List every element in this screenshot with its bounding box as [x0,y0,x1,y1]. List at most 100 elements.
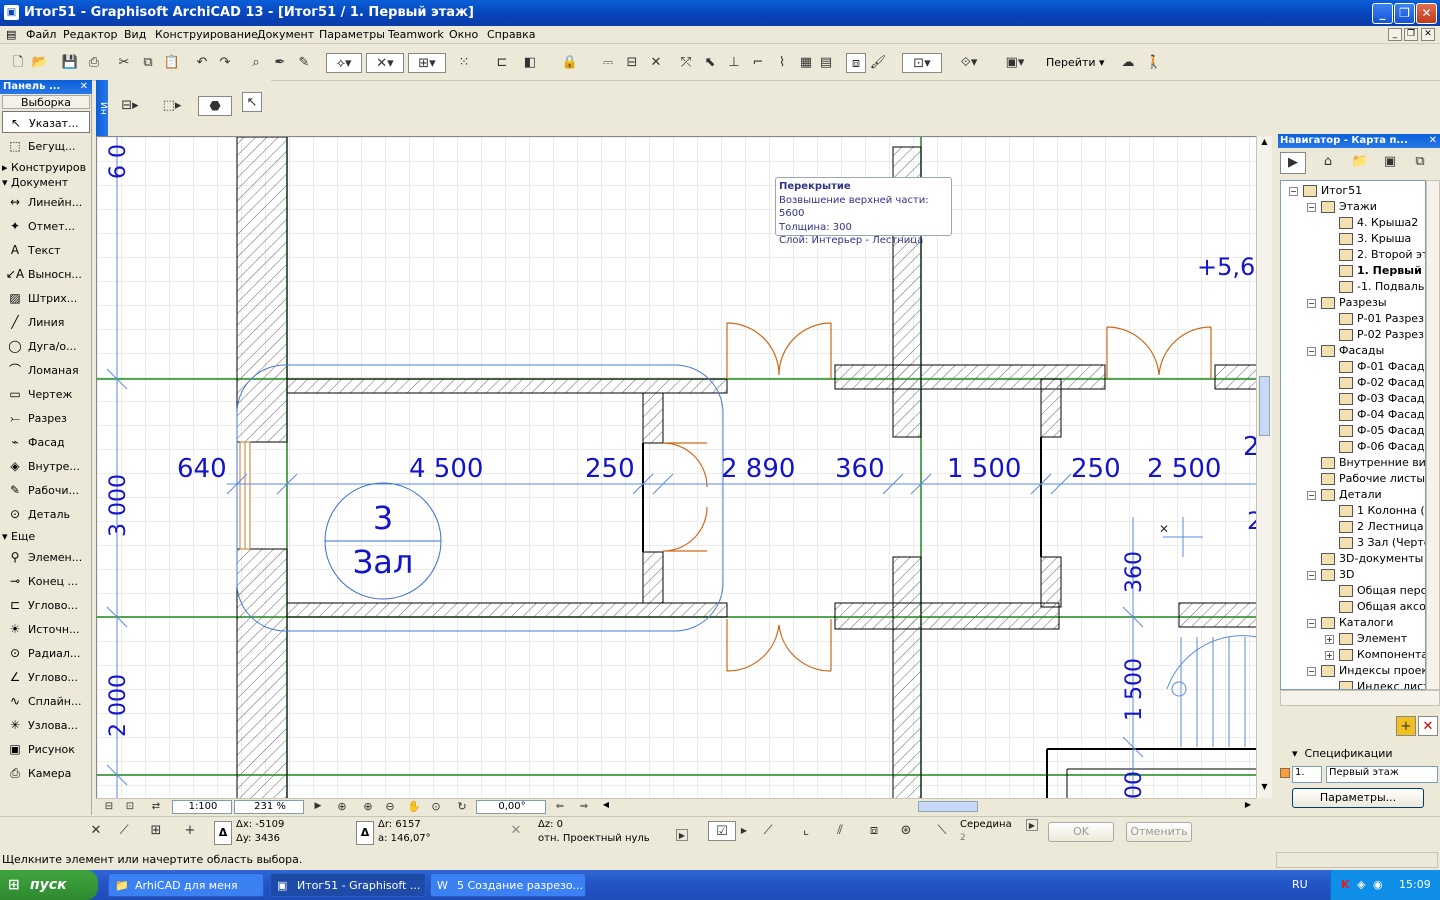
dim-h-360[interactable]: 360 [835,454,885,484]
floor-plan-canvas[interactable]: 640 4 500 250 2 890 360 1 500 250 2 500 … [96,136,1256,798]
tree-expander-icon[interactable]: + [1325,635,1334,644]
tree-item[interactable]: Элемент [1339,631,1407,647]
dim-h-1500[interactable]: 1 500 [947,454,1021,484]
snap-offset-icon[interactable]: ⧈ [864,821,884,841]
tool-doc-0[interactable]: ↔ Линейн... [2,191,90,213]
fillet-icon[interactable]: ⌐ [748,53,768,73]
spec-section[interactable]: ▾ Спецификации [1292,747,1393,760]
organizer-tab-icon[interactable]: ⧉ [1410,152,1430,172]
tray-volume-icon[interactable]: ◉ [1373,870,1383,900]
transform-icon[interactable]: ⇄ [146,799,166,814]
tool-more-0[interactable]: ⚲ Элемен... [2,546,90,568]
zoom-area-icon[interactable]: ⊕ [332,799,352,814]
tree-item[interactable]: Ф-04 Фасад [1339,407,1425,423]
tree-item[interactable]: Индексы проект [1321,663,1425,679]
suspend-groups-icon[interactable]: ⧈ [846,53,866,73]
zoom-out-icon[interactable]: ⊖ [380,799,400,814]
polar-delta-icon[interactable]: Δ [356,821,374,845]
tree-expander-icon[interactable]: − [1289,187,1298,196]
delete-icon[interactable]: ✕ [1418,716,1438,736]
tool-doc-5[interactable]: ╱ Линия [2,311,90,333]
tree-item[interactable]: Ф-06 Фасад [1339,439,1425,455]
scroll-down-icon[interactable]: ▼ [1258,782,1271,796]
tree-item[interactable]: 3. Крыша [1339,231,1411,247]
spec-name-field[interactable]: Первый этаж [1326,766,1438,783]
coord-dz[interactable]: Δz: 0 [538,819,563,830]
tool-more-3[interactable]: ☀ Источн... [2,618,90,640]
undo-icon[interactable]: ↶ [192,53,212,73]
vscroll-thumb[interactable] [1259,376,1270,436]
cancel-button[interactable]: Отменить [1126,822,1192,842]
select-arrow-icon[interactable]: ↖ [242,92,262,112]
tree-item[interactable]: -1. Подваль [1339,279,1424,295]
navigator-close-icon[interactable]: ✕ [1429,134,1437,148]
new-file-icon[interactable]: 🗋 [8,53,28,73]
tree-item[interactable]: Ф-01 Фасад [1339,359,1425,375]
ok-button[interactable]: OK [1048,822,1114,842]
tool-more-9[interactable]: ⎙ Камера [2,762,90,784]
dim-h-640[interactable]: 640 [177,454,227,484]
tree-expander-icon[interactable]: + [1325,651,1334,660]
tool-more-5[interactable]: ∠ Углово... [2,666,90,688]
tool-doc-9[interactable]: ⤚ Разрез [2,407,90,429]
menu-view[interactable]: Вид [124,28,146,41]
toolbox-title[interactable]: Панель ... ✕ [0,80,92,94]
dim-v-60[interactable]: 6 0 [106,144,131,179]
tree-item[interactable]: 3 Зал (Черте [1339,535,1425,551]
find-select-icon[interactable]: ⌕ [246,53,266,73]
origin-icon[interactable]: + [180,821,200,841]
zoom-field[interactable]: 231 % [234,800,304,814]
eyedropper-icon[interactable]: ✒ [270,53,290,73]
menu-window[interactable]: Окно [449,28,478,41]
tool-doc-7[interactable]: ⌒ Ломаная [2,359,90,381]
tree-expander-icon[interactable]: − [1307,299,1316,308]
task-arhicad-folder[interactable]: 📁 ArhiCAD для меня [108,873,264,897]
tool-doc-13[interactable]: ⊙ Деталь [2,503,90,525]
teamwork-icon[interactable]: ☁ [1118,53,1138,73]
menu-help[interactable]: Справка [487,28,535,41]
tree-item[interactable]: 1. Первый [1339,263,1422,279]
tool-more-4[interactable]: ⊙ Радиал... [2,642,90,664]
dim-h-2500[interactable]: 2 500 [1147,454,1221,484]
save-icon[interactable]: 💾 [60,53,80,73]
stairs-icon[interactable]: ⎓ [598,53,618,73]
snap-perp-icon[interactable]: ⌞ [796,821,816,841]
goto-menu[interactable]: Перейти ▾ [1046,56,1105,69]
fit-window-icon[interactable]: ⊙ [426,799,446,814]
infobox-tab[interactable]: Ин [96,80,108,136]
tree-hscrollbar[interactable] [1280,690,1440,706]
toolbox-close-icon[interactable]: ✕ [80,80,88,94]
window-titlebar[interactable]: ▣ Итог51 - Graphisoft ArchiCAD 13 - [Ито… [0,0,1440,26]
tree-item[interactable]: 2 Лестница [1339,519,1424,535]
tree-expander-icon[interactable]: − [1307,571,1316,580]
publisher-tab-icon[interactable]: ▣ [1380,152,1400,172]
tree-item[interactable]: Каталоги [1321,615,1393,631]
zone-number[interactable]: 3 [373,499,393,537]
menu-teamwork[interactable]: Teamwork [388,28,444,41]
tree-item[interactable]: Итог51 [1303,183,1362,199]
tray-network-icon[interactable]: ◈ [1357,870,1365,900]
layout-book-icon[interactable]: ▣▾ [996,53,1034,73]
scroll-up-icon[interactable]: ▲ [1258,137,1271,151]
tree-item[interactable]: 3D-документы [1321,551,1423,567]
tool-doc-12[interactable]: ✎ Рабочи... [2,479,90,501]
snap-mode-icon[interactable]: ☑ [708,821,736,841]
tree-item[interactable]: 3D [1321,567,1354,583]
grid-snap-icon[interactable]: ⊞▾ [408,53,446,73]
construct-section[interactable]: ▸ Конструиров [2,161,90,175]
3d-window-icon[interactable]: ⟐▾ [950,53,988,73]
zoom-prev-icon[interactable]: ⇐ [550,799,570,814]
tree-item[interactable]: Этажи [1321,199,1377,215]
tree-item[interactable]: Ф-02 Фасад [1339,375,1425,391]
right-cut-mark[interactable]: 2 [1247,507,1256,535]
tree-item[interactable]: Индекс лист [1339,679,1425,689]
project-map-tree[interactable]: − Итог51− Этажи 4. Крыша2 3. Крыша 2. Второй … [1280,180,1426,690]
tool-more-7[interactable]: ✳ Узлова... [2,714,90,736]
lock-icon[interactable]: 🔒 [560,53,580,73]
dim-v-360[interactable]: 360 [1122,551,1147,593]
tree-expander-icon[interactable]: − [1307,203,1316,212]
paste-icon[interactable]: 📋 [162,53,182,73]
clock[interactable]: 15:09 [1399,870,1431,900]
hscroll-thumb[interactable] [918,801,978,812]
zoom-next-icon[interactable]: ⇒ [574,799,594,814]
